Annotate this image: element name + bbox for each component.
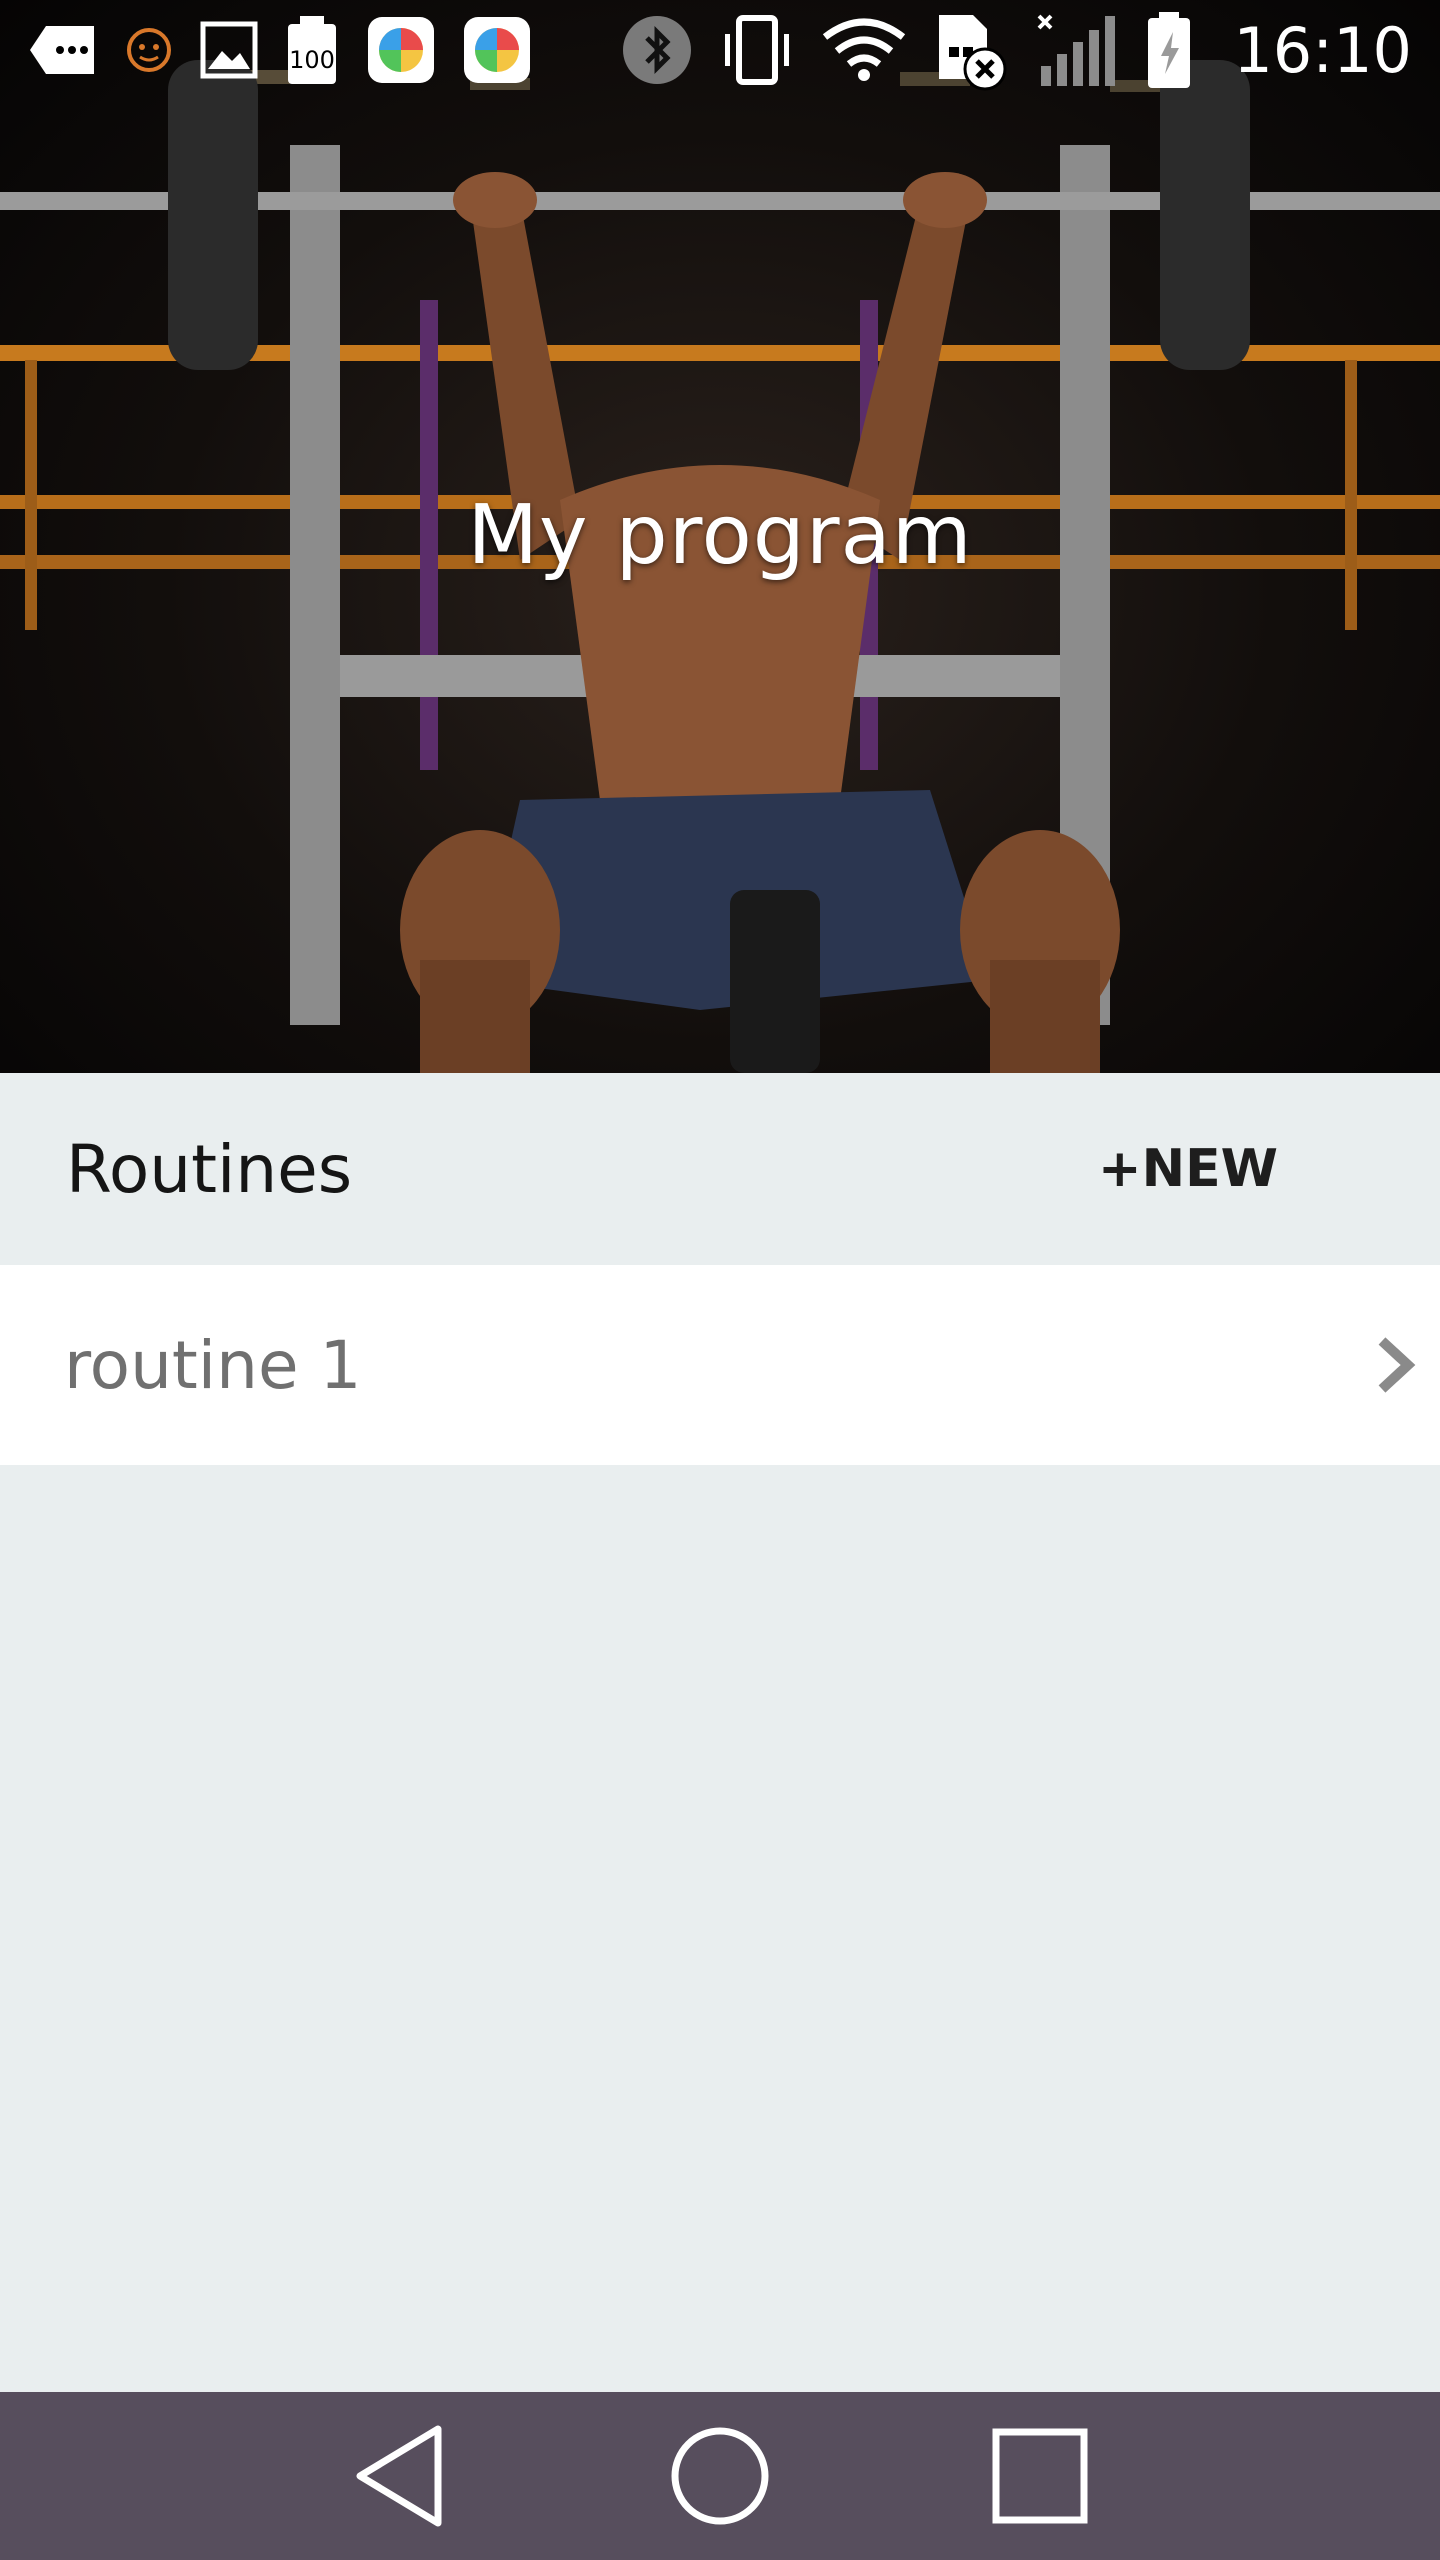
status-bar: 100 16:10: [0, 0, 1440, 100]
hero-banner: My program: [0, 0, 1440, 1073]
battery-charging-icon: [1145, 10, 1193, 90]
no-sim-icon: [933, 7, 1009, 93]
nav-recents-button[interactable]: [970, 2406, 1110, 2546]
routine-list: routine 1: [0, 1265, 1440, 1465]
new-routine-button[interactable]: +NEW: [1098, 1139, 1278, 1199]
app-colorful-icon: [462, 15, 532, 85]
wifi-icon: [821, 17, 907, 83]
memory-100-icon: 100: [284, 14, 340, 86]
nav-back-button[interactable]: [330, 2406, 470, 2546]
svg-text:100: 100: [289, 46, 335, 74]
vibrate-icon: [719, 14, 795, 86]
home-icon: [671, 2427, 769, 2525]
list-item[interactable]: routine 1: [0, 1265, 1440, 1465]
page-title: My program: [467, 488, 973, 583]
recents-icon: [992, 2428, 1088, 2524]
routine-name: routine 1: [64, 1326, 362, 1404]
more-icon: [28, 24, 98, 76]
routines-header: Routines +NEW: [0, 1073, 1440, 1265]
clock: 16:10: [1233, 13, 1412, 87]
image-icon: [200, 21, 258, 79]
app-colorful-icon: [366, 15, 436, 85]
chevron-right-icon: [1374, 1335, 1418, 1395]
signal-icon: [1035, 10, 1119, 90]
nav-home-button[interactable]: [650, 2406, 790, 2546]
smiley-icon: [124, 25, 174, 75]
back-icon: [356, 2425, 442, 2527]
system-nav-bar: [0, 2392, 1440, 2560]
routines-title: Routines: [66, 1130, 353, 1208]
bluetooth-icon: [621, 14, 693, 86]
